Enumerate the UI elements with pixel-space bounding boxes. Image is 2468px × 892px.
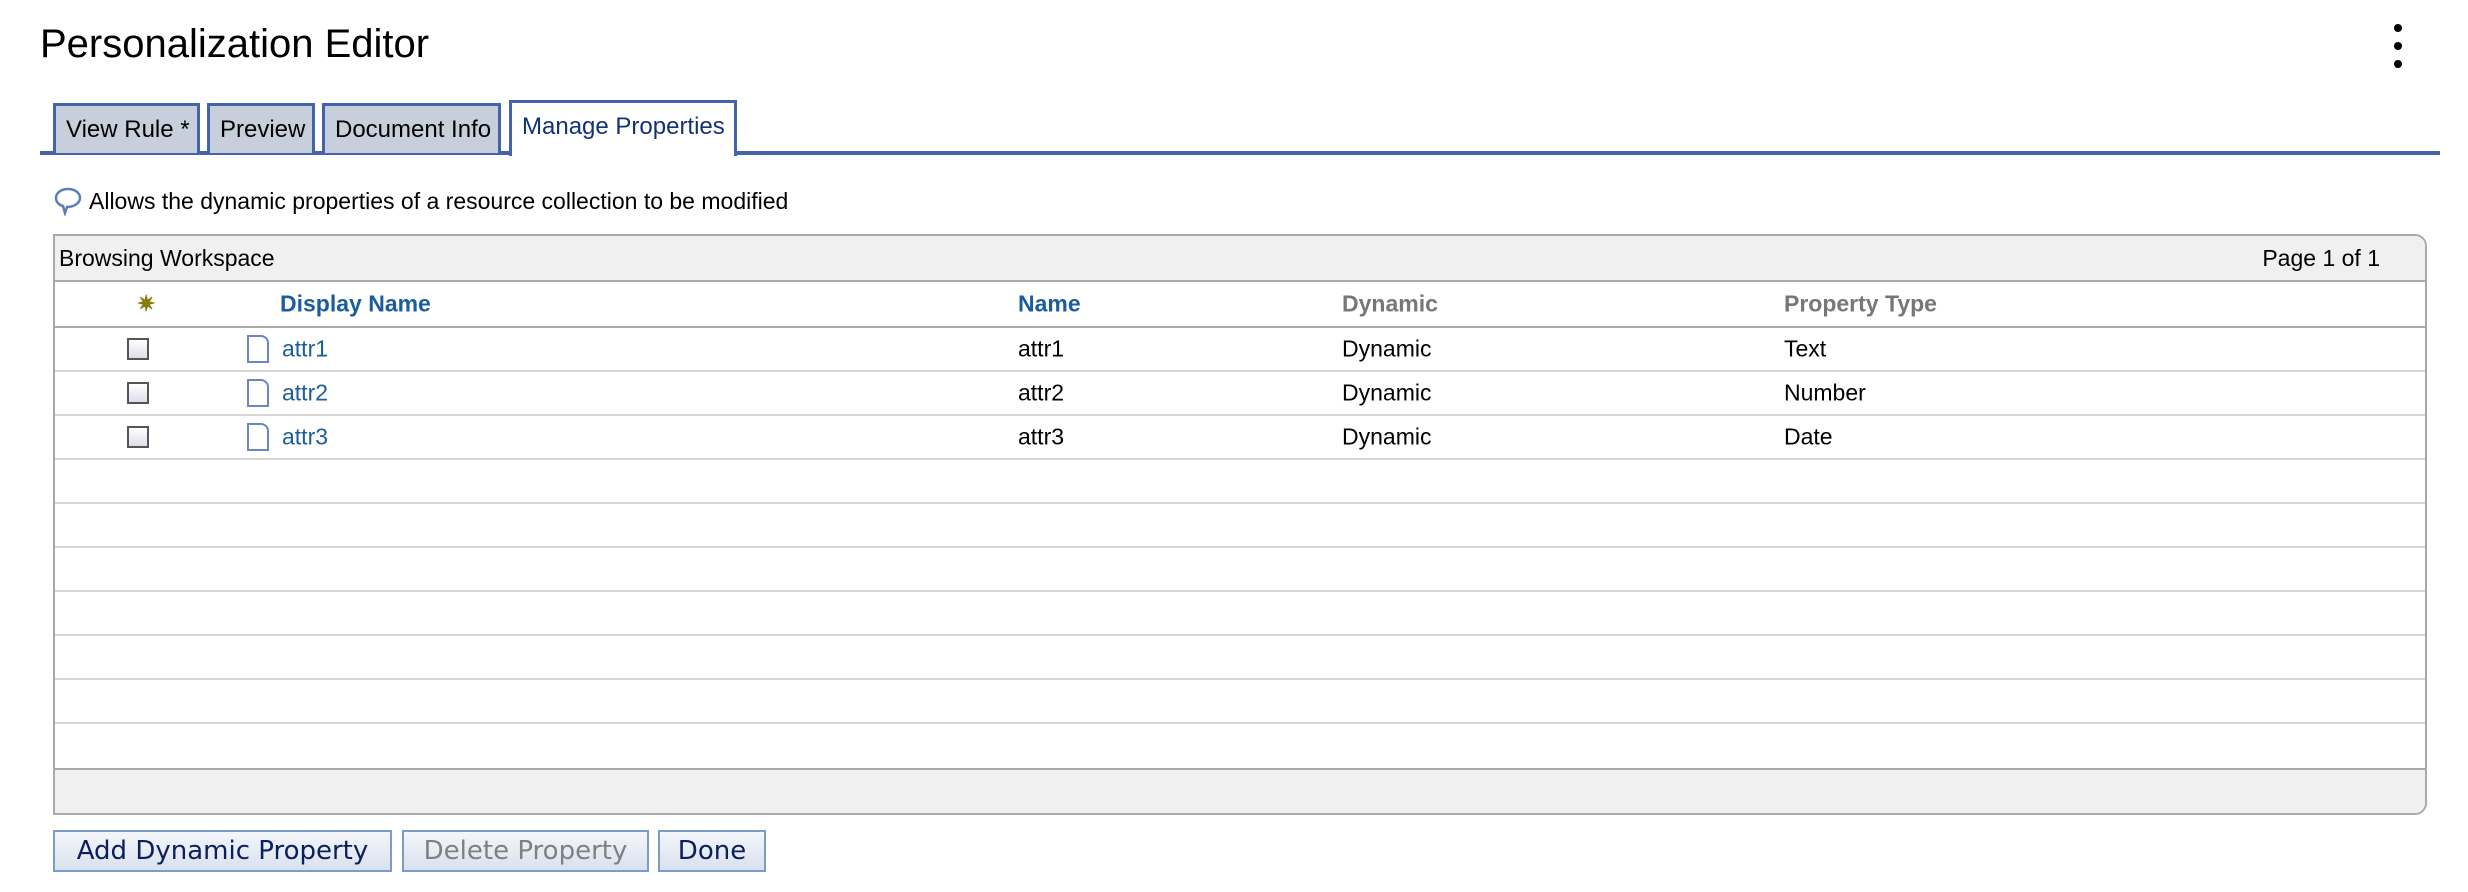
name-cell: attr1 bbox=[1018, 335, 1065, 362]
done-button[interactable]: Done bbox=[658, 830, 766, 872]
table-title: Browsing Workspace bbox=[59, 244, 275, 271]
document-icon bbox=[247, 379, 269, 407]
document-icon bbox=[247, 423, 269, 451]
table-row: attr1 attr1 Dynamic Text bbox=[55, 328, 2425, 372]
dynamic-cell: Dynamic bbox=[1342, 423, 1432, 450]
speech-bubble-icon bbox=[54, 187, 82, 216]
dynamic-cell: Dynamic bbox=[1342, 379, 1432, 406]
info-message: Allows the dynamic properties of a resou… bbox=[53, 186, 788, 216]
required-star-icon: ✷ bbox=[137, 291, 156, 316]
type-cell: Date bbox=[1784, 423, 1833, 450]
empty-row bbox=[55, 548, 2425, 592]
name-cell: attr3 bbox=[1018, 423, 1065, 450]
empty-row bbox=[55, 636, 2425, 680]
type-cell: Number bbox=[1784, 379, 1866, 406]
document-icon bbox=[247, 335, 269, 363]
row-checkbox[interactable] bbox=[127, 338, 149, 360]
table-row: attr2 attr2 Dynamic Number bbox=[55, 372, 2425, 416]
tab-view-rule[interactable]: View Rule * bbox=[53, 103, 200, 153]
kebab-menu-icon[interactable] bbox=[2386, 24, 2410, 68]
column-display-name[interactable]: Display Name bbox=[280, 291, 431, 318]
empty-row bbox=[55, 592, 2425, 636]
table-footer bbox=[55, 768, 2425, 813]
dynamic-cell: Dynamic bbox=[1342, 335, 1432, 362]
tab-preview[interactable]: Preview bbox=[207, 103, 315, 153]
row-checkbox[interactable] bbox=[127, 426, 149, 448]
page-title: Personalization Editor bbox=[40, 22, 430, 66]
display-name-link[interactable]: attr3 bbox=[282, 424, 328, 451]
tab-manage-properties[interactable]: Manage Properties bbox=[509, 100, 737, 156]
row-checkbox[interactable] bbox=[127, 382, 149, 404]
info-text: Allows the dynamic properties of a resou… bbox=[89, 187, 789, 214]
name-cell: attr2 bbox=[1018, 379, 1065, 406]
display-name-link[interactable]: attr1 bbox=[282, 336, 328, 363]
table-header: ✷ Display Name Name Dynamic Property Typ… bbox=[55, 282, 2425, 328]
empty-row bbox=[55, 724, 2425, 768]
type-cell: Text bbox=[1784, 335, 1827, 362]
page-indicator: Page 1 of 1 bbox=[2262, 244, 2380, 271]
table-toolbar: Browsing Workspace Page 1 of 1 bbox=[55, 236, 2425, 282]
table-row: attr3 attr3 Dynamic Date bbox=[55, 416, 2425, 460]
empty-row bbox=[55, 504, 2425, 548]
column-dynamic: Dynamic bbox=[1342, 290, 1438, 317]
column-name[interactable]: Name bbox=[1018, 291, 1081, 318]
column-property-type: Property Type bbox=[1784, 290, 1937, 317]
add-dynamic-property-button[interactable]: Add Dynamic Property bbox=[53, 830, 392, 872]
tab-document-info[interactable]: Document Info bbox=[322, 103, 501, 153]
empty-row bbox=[55, 460, 2425, 504]
empty-row bbox=[55, 680, 2425, 724]
properties-table: Browsing Workspace Page 1 of 1 ✷ Display… bbox=[53, 234, 2427, 815]
delete-property-button[interactable]: Delete Property bbox=[402, 830, 649, 872]
display-name-link[interactable]: attr2 bbox=[282, 380, 328, 407]
